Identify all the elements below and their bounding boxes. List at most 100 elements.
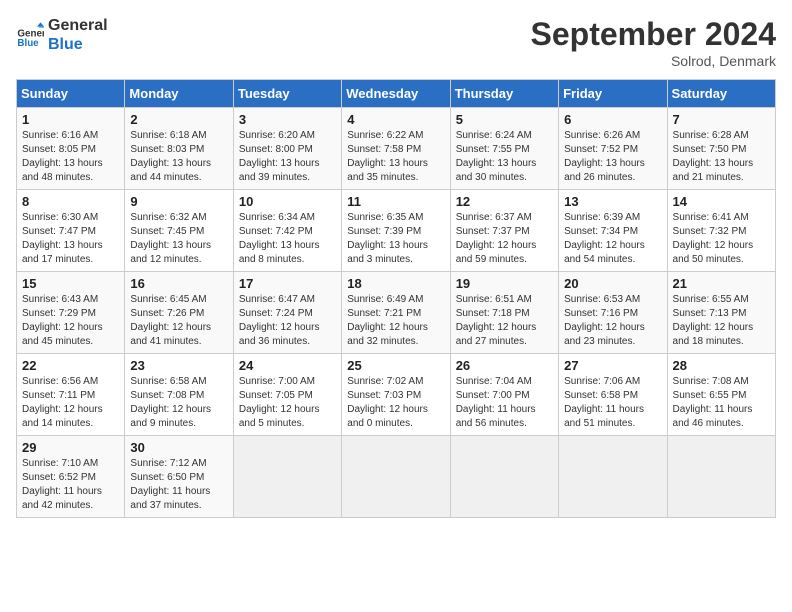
calendar-cell: 17Sunrise: 6:47 AM Sunset: 7:24 PM Dayli… xyxy=(233,272,341,354)
day-info: Sunrise: 7:00 AM Sunset: 7:05 PM Dayligh… xyxy=(239,375,336,431)
day-info: Sunrise: 7:12 AM Sunset: 6:50 PM Dayligh… xyxy=(130,457,227,513)
svg-text:Blue: Blue xyxy=(17,38,39,49)
day-info: Sunrise: 6:45 AM Sunset: 7:26 PM Dayligh… xyxy=(130,293,227,349)
day-number: 2 xyxy=(130,112,227,127)
logo-icon: General Blue xyxy=(16,21,44,49)
day-number: 26 xyxy=(456,358,553,373)
day-info: Sunrise: 7:02 AM Sunset: 7:03 PM Dayligh… xyxy=(347,375,444,431)
day-number: 20 xyxy=(564,276,661,291)
calendar-week-row: 15 Sunrise: 6:43 AM Sunset: 7:29 PM Dayli… xyxy=(17,272,776,354)
day-info: Sunrise: 6:53 AM Sunset: 7:16 PM Dayligh… xyxy=(564,293,661,349)
day-number: 4 xyxy=(347,112,444,127)
day-number: 29 xyxy=(22,440,119,455)
day-info: Sunrise: 6:22 AM Sunset: 7:58 PM Dayligh… xyxy=(347,129,444,185)
calendar-cell: 7 Sunrise: 6:28 AM Sunset: 7:50 PM Daylig… xyxy=(667,108,775,190)
calendar-cell: 27Sunrise: 7:06 AM Sunset: 6:58 PM Dayli… xyxy=(559,354,667,436)
logo-text: General Blue xyxy=(48,16,108,54)
day-number: 28 xyxy=(673,358,770,373)
calendar-cell: 4 Sunrise: 6:22 AM Sunset: 7:58 PM Daylig… xyxy=(342,108,450,190)
calendar-cell: 22 Sunrise: 6:56 AM Sunset: 7:11 PM Dayli… xyxy=(17,354,125,436)
day-info: Sunrise: 6:28 AM Sunset: 7:50 PM Dayligh… xyxy=(673,129,770,185)
calendar-cell: 23Sunrise: 6:58 AM Sunset: 7:08 PM Dayli… xyxy=(125,354,233,436)
calendar-cell: 29 Sunrise: 7:10 AM Sunset: 6:52 PM Dayli… xyxy=(17,436,125,518)
day-number: 16 xyxy=(130,276,227,291)
day-number: 13 xyxy=(564,194,661,209)
day-number: 21 xyxy=(673,276,770,291)
day-number: 25 xyxy=(347,358,444,373)
day-info: Sunrise: 6:41 AM Sunset: 7:32 PM Dayligh… xyxy=(673,211,770,267)
day-info: Sunrise: 6:43 AM Sunset: 7:29 PM Dayligh… xyxy=(22,293,119,349)
weekday-header-cell: Wednesday xyxy=(342,80,450,108)
calendar-cell xyxy=(342,436,450,518)
day-number: 8 xyxy=(22,194,119,209)
day-info: Sunrise: 7:10 AM Sunset: 6:52 PM Dayligh… xyxy=(22,457,119,513)
calendar-cell: 12 Sunrise: 6:37 AM Sunset: 7:37 PM Dayli… xyxy=(450,190,558,272)
calendar-cell: 26 Sunrise: 7:04 AM Sunset: 7:00 PM Dayli… xyxy=(450,354,558,436)
weekday-header-cell: Thursday xyxy=(450,80,558,108)
day-number: 10 xyxy=(239,194,336,209)
calendar-cell: 16 Sunrise: 6:45 AM Sunset: 7:26 PM Dayli… xyxy=(125,272,233,354)
day-info: Sunrise: 6:32 AM Sunset: 7:45 PM Dayligh… xyxy=(130,211,227,267)
calendar-cell: 28 Sunrise: 7:08 AM Sunset: 6:55 PM Dayli… xyxy=(667,354,775,436)
day-info: Sunrise: 6:26 AM Sunset: 7:52 PM Dayligh… xyxy=(564,129,661,185)
day-info: Sunrise: 6:20 AM Sunset: 8:00 PM Dayligh… xyxy=(239,129,336,185)
logo: General Blue General Blue xyxy=(16,16,108,54)
day-info: Sunrise: 6:34 AM Sunset: 7:42 PM Dayligh… xyxy=(239,211,336,267)
day-number: 27 xyxy=(564,358,661,373)
calendar-cell: 19 Sunrise: 6:51 AM Sunset: 7:18 PM Dayli… xyxy=(450,272,558,354)
day-info: Sunrise: 7:08 AM Sunset: 6:55 PM Dayligh… xyxy=(673,375,770,431)
day-number: 19 xyxy=(456,276,553,291)
calendar-cell xyxy=(233,436,341,518)
calendar-cell: 14Sunrise: 6:41 AM Sunset: 7:32 PM Dayli… xyxy=(667,190,775,272)
weekday-header-row: SundayMondayTuesdayWednesdayThursdayFrid… xyxy=(17,80,776,108)
calendar-cell: 6 Sunrise: 6:26 AM Sunset: 7:52 PM Daylig… xyxy=(559,108,667,190)
month-title: September 2024 xyxy=(531,16,776,53)
day-info: Sunrise: 6:37 AM Sunset: 7:37 PM Dayligh… xyxy=(456,211,553,267)
day-info: Sunrise: 7:04 AM Sunset: 7:00 PM Dayligh… xyxy=(456,375,553,431)
day-info: Sunrise: 6:56 AM Sunset: 7:11 PM Dayligh… xyxy=(22,375,119,431)
calendar-body: 1Sunrise: 6:16 AM Sunset: 8:05 PM Daylig… xyxy=(17,108,776,518)
day-info: Sunrise: 6:30 AM Sunset: 7:47 PM Dayligh… xyxy=(22,211,119,267)
weekday-header-cell: Sunday xyxy=(17,80,125,108)
calendar-cell: 5Sunrise: 6:24 AM Sunset: 7:55 PM Daylig… xyxy=(450,108,558,190)
calendar-cell: 9 Sunrise: 6:32 AM Sunset: 7:45 PM Daylig… xyxy=(125,190,233,272)
calendar-week-row: 8 Sunrise: 6:30 AM Sunset: 7:47 PM Daylig… xyxy=(17,190,776,272)
calendar-cell: 24Sunrise: 7:00 AM Sunset: 7:05 PM Dayli… xyxy=(233,354,341,436)
day-info: Sunrise: 6:39 AM Sunset: 7:34 PM Dayligh… xyxy=(564,211,661,267)
day-info: Sunrise: 6:58 AM Sunset: 7:08 PM Dayligh… xyxy=(130,375,227,431)
day-number: 9 xyxy=(130,194,227,209)
calendar-cell xyxy=(559,436,667,518)
calendar-week-row: 1Sunrise: 6:16 AM Sunset: 8:05 PM Daylig… xyxy=(17,108,776,190)
calendar-week-row: 22 Sunrise: 6:56 AM Sunset: 7:11 PM Dayli… xyxy=(17,354,776,436)
day-number: 7 xyxy=(673,112,770,127)
calendar-table: SundayMondayTuesdayWednesdayThursdayFrid… xyxy=(16,79,776,518)
day-info: Sunrise: 6:55 AM Sunset: 7:13 PM Dayligh… xyxy=(673,293,770,349)
calendar-cell: 1Sunrise: 6:16 AM Sunset: 8:05 PM Daylig… xyxy=(17,108,125,190)
calendar-cell: 30 Sunrise: 7:12 AM Sunset: 6:50 PM Dayli… xyxy=(125,436,233,518)
day-number: 6 xyxy=(564,112,661,127)
day-info: Sunrise: 6:35 AM Sunset: 7:39 PM Dayligh… xyxy=(347,211,444,267)
day-number: 22 xyxy=(22,358,119,373)
day-info: Sunrise: 6:51 AM Sunset: 7:18 PM Dayligh… xyxy=(456,293,553,349)
calendar-cell: 11 Sunrise: 6:35 AM Sunset: 7:39 PM Dayli… xyxy=(342,190,450,272)
day-number: 15 xyxy=(22,276,119,291)
day-number: 30 xyxy=(130,440,227,455)
calendar-week-row: 29 Sunrise: 7:10 AM Sunset: 6:52 PM Dayli… xyxy=(17,436,776,518)
calendar-cell: 8 Sunrise: 6:30 AM Sunset: 7:47 PM Daylig… xyxy=(17,190,125,272)
location-title: Solrod, Denmark xyxy=(531,53,776,69)
calendar-cell: 25 Sunrise: 7:02 AM Sunset: 7:03 PM Dayli… xyxy=(342,354,450,436)
day-number: 12 xyxy=(456,194,553,209)
day-number: 3 xyxy=(239,112,336,127)
day-info: Sunrise: 6:16 AM Sunset: 8:05 PM Dayligh… xyxy=(22,129,119,185)
calendar-cell xyxy=(450,436,558,518)
calendar-cell: 2Sunrise: 6:18 AM Sunset: 8:03 PM Daylig… xyxy=(125,108,233,190)
weekday-header-cell: Monday xyxy=(125,80,233,108)
calendar-cell: 20 Sunrise: 6:53 AM Sunset: 7:16 PM Dayli… xyxy=(559,272,667,354)
day-number: 11 xyxy=(347,194,444,209)
page-header: General Blue General Blue September 2024… xyxy=(16,16,776,69)
calendar-cell: 18Sunrise: 6:49 AM Sunset: 7:21 PM Dayli… xyxy=(342,272,450,354)
day-number: 5 xyxy=(456,112,553,127)
weekday-header-cell: Tuesday xyxy=(233,80,341,108)
weekday-header-cell: Friday xyxy=(559,80,667,108)
calendar-cell xyxy=(667,436,775,518)
